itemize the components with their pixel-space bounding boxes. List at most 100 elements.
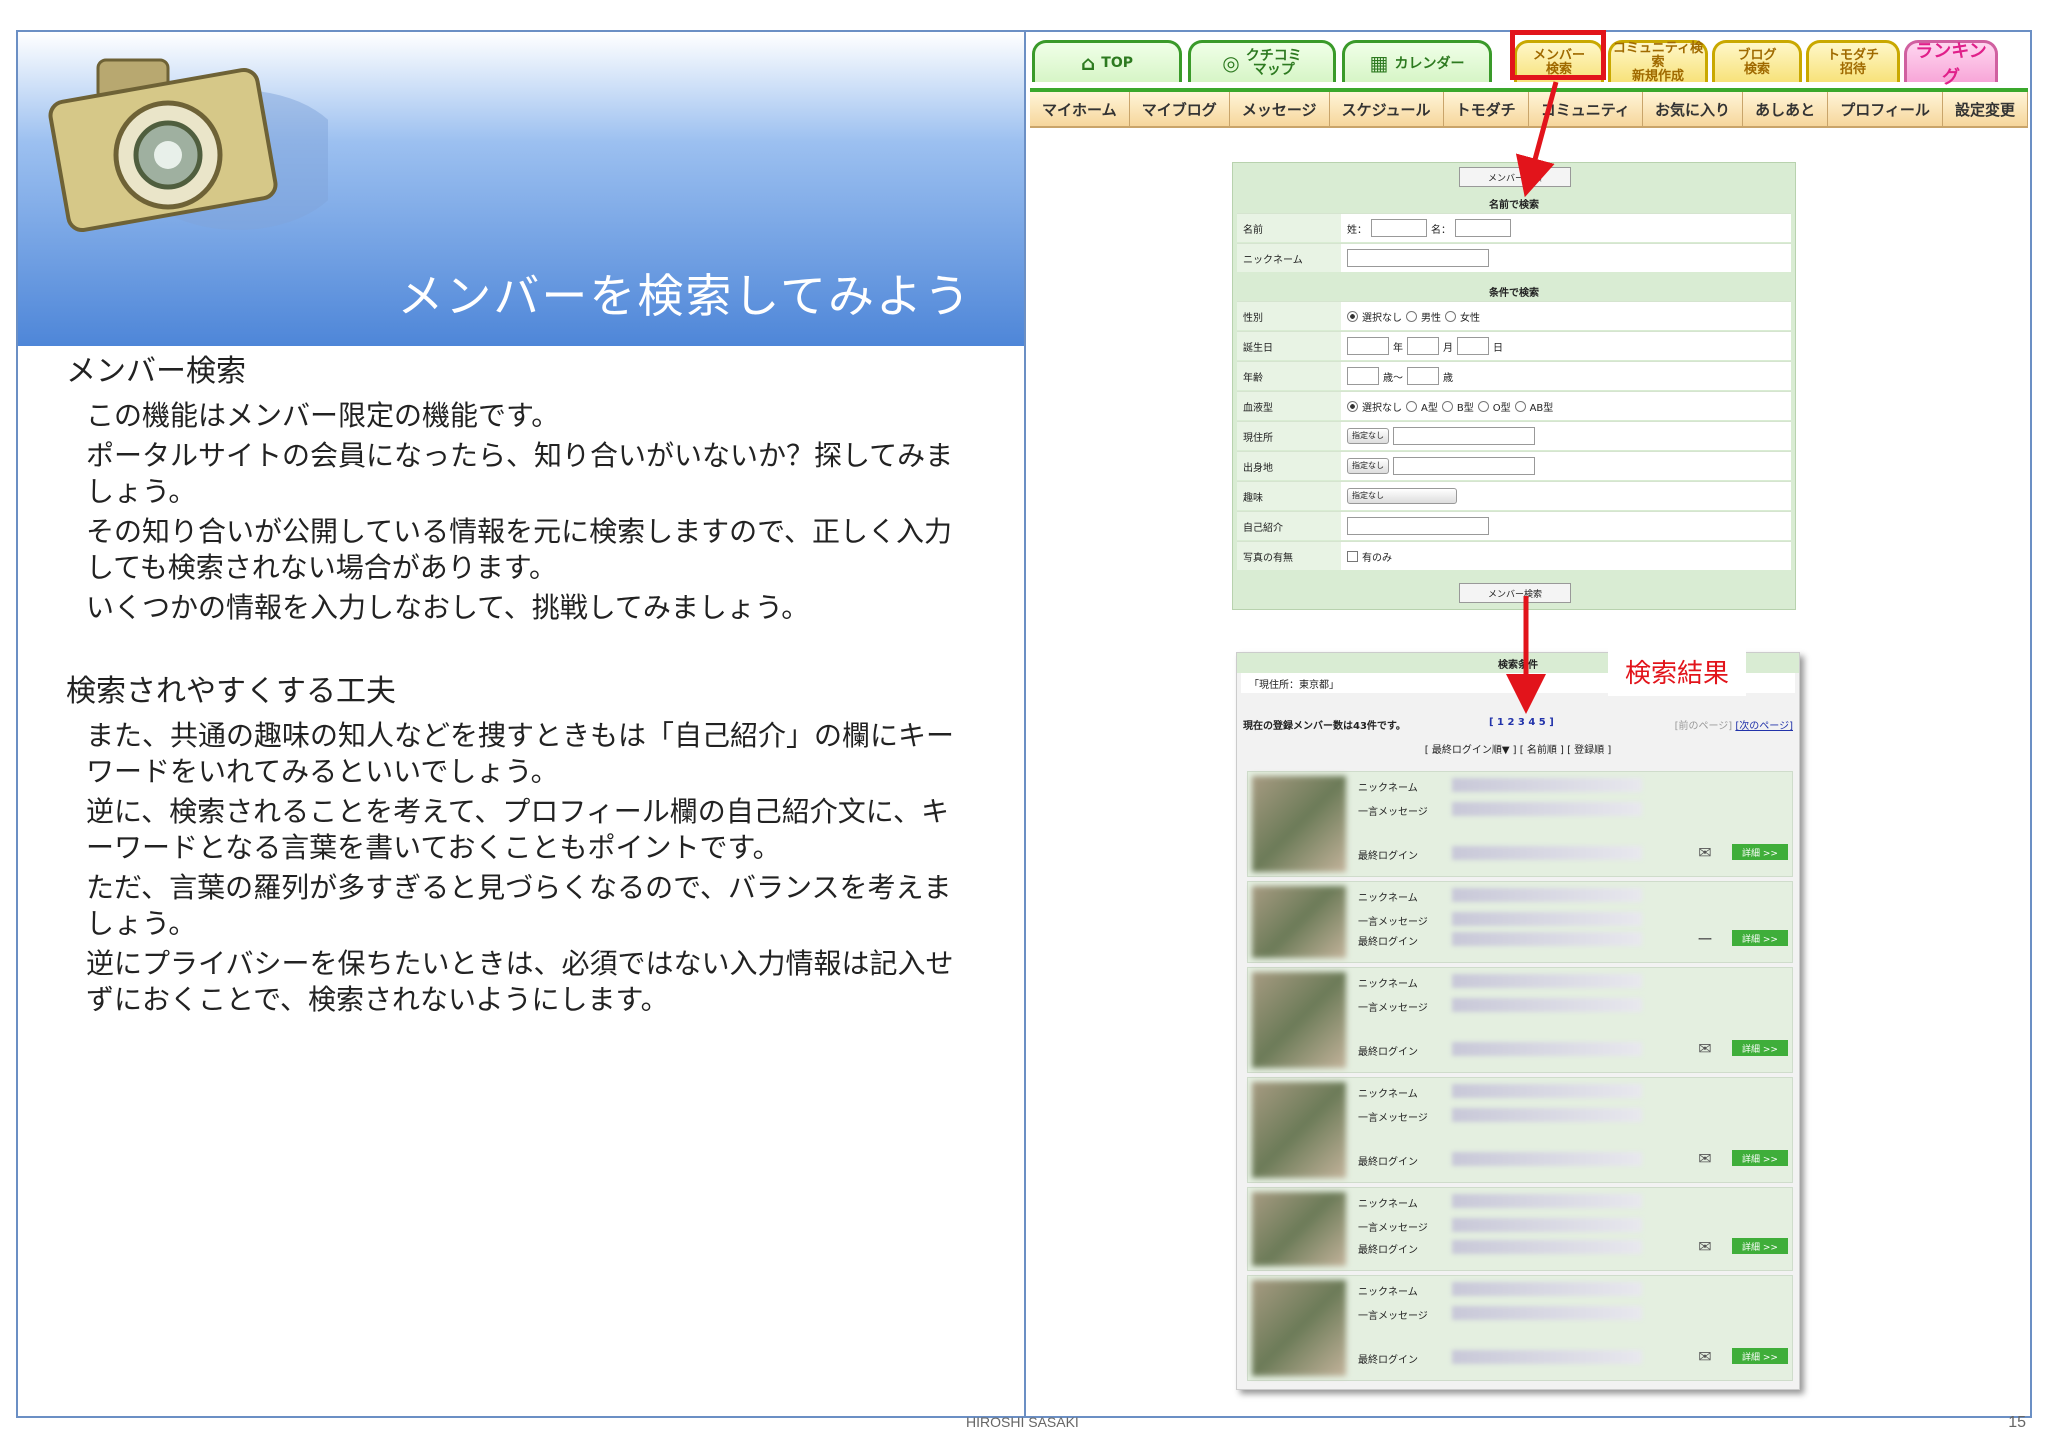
blurred-value — [1452, 974, 1642, 988]
intro-row: 自己紹介 — [1237, 511, 1791, 540]
mail-icon[interactable]: ✉ — [1680, 1138, 1730, 1178]
field-label: 年齢 — [1237, 362, 1341, 390]
blood-radio[interactable] — [1347, 400, 1358, 412]
tab-kuchikomi[interactable]: ◎ クチコミ マップ — [1188, 40, 1336, 82]
sub-nav-item[interactable]: マイホーム — [1030, 92, 1130, 126]
member-field-label: 最終ログイン — [1358, 1156, 1418, 1168]
photo-row: 写真の有無 有のみ — [1237, 541, 1791, 570]
member-field-label: ニックネーム — [1358, 978, 1418, 990]
tab-community[interactable]: コミュニティ検索 新規作成 — [1608, 40, 1708, 83]
blurred-value — [1452, 778, 1642, 792]
tab-ranking[interactable]: ランキング — [1904, 40, 1998, 88]
sub-nav-item[interactable]: お気に入り — [1643, 92, 1744, 126]
next-page-link[interactable]: [次のページ] — [1735, 721, 1793, 732]
sub-nav: マイホーム マイブログ メッセージ スケジュール トモダチ コミュニティ お気に… — [1030, 92, 2029, 128]
gender-radio[interactable] — [1445, 310, 1456, 322]
member-photo[interactable] — [1252, 1280, 1346, 1376]
section-heading: メンバー検索 — [66, 354, 246, 389]
member-photo[interactable] — [1252, 1192, 1346, 1266]
nickname-input[interactable] — [1347, 249, 1489, 267]
member-photo[interactable] — [1252, 886, 1346, 958]
hometown-input[interactable] — [1393, 457, 1535, 475]
age-to-input[interactable] — [1407, 367, 1439, 385]
tab-top[interactable]: ⌂ TOP — [1032, 40, 1182, 82]
sub-nav-item[interactable]: プロフィール — [1828, 92, 1943, 126]
radio-label: A型 — [1421, 402, 1438, 414]
residence-row: 現住所 指定なし — [1237, 421, 1791, 450]
member-row: ニックネーム — [1352, 774, 1788, 798]
blood-radio[interactable] — [1477, 400, 1489, 412]
unit-label: 歳 — [1443, 372, 1453, 384]
mail-icon[interactable]: ✉ — [1680, 1028, 1730, 1068]
member-row: ニックネーム — [1352, 1278, 1788, 1302]
day-input[interactable] — [1457, 337, 1489, 355]
sub-nav-item[interactable]: マイブログ — [1130, 92, 1230, 126]
sub-nav-item[interactable]: 設定変更 — [1943, 92, 2029, 126]
detail-button[interactable]: 詳細 >> — [1732, 1348, 1788, 1364]
member-photo[interactable] — [1252, 972, 1346, 1068]
member-card: ニックネーム 一言メッセージ 最終ログイン ✉ 詳細 >> — [1247, 1187, 1793, 1271]
mail-icon[interactable]: ✉ — [1680, 832, 1730, 872]
blurred-value — [1452, 802, 1642, 816]
member-search-button[interactable]: メンバー検索 — [1459, 167, 1571, 187]
blood-radio[interactable] — [1514, 400, 1526, 412]
member-field-label: ニックネーム — [1358, 1286, 1418, 1298]
paragraph: その知り合いが公開している情報を元に検索しますので、正しく入力しても検索されない… — [86, 515, 953, 584]
blood-radio[interactable] — [1406, 400, 1417, 412]
blurred-value — [1452, 1152, 1642, 1166]
detail-button[interactable]: 詳細 >> — [1732, 1150, 1788, 1166]
tab-label: ブログ 検索 — [1737, 47, 1777, 77]
gender-radio[interactable] — [1347, 310, 1358, 322]
sort-options[interactable]: [ 最終ログイン順▼ ] [ 名前順 ] [ 登録順 ] — [1237, 741, 1799, 756]
field-label: 出身地 — [1237, 452, 1341, 480]
sub-nav-item[interactable]: コミュニティ — [1529, 92, 1643, 126]
photo-checkbox[interactable] — [1347, 550, 1358, 562]
detail-button[interactable]: 詳細 >> — [1732, 930, 1788, 946]
blurred-value — [1452, 1218, 1642, 1232]
tab-calendar[interactable]: ▦ カレンダー — [1342, 40, 1492, 82]
year-input[interactable] — [1347, 337, 1389, 355]
mail-icon[interactable]: ー — [1680, 918, 1730, 958]
tab-blog[interactable]: ブログ 検索 — [1712, 40, 1802, 82]
field-label: 誕生日 — [1237, 332, 1341, 360]
pager[interactable]: [ 1 2 3 4 5 ] — [1489, 717, 1554, 728]
result-label: 検索結果 — [1608, 646, 1746, 696]
hobby-select[interactable]: 指定なし — [1347, 488, 1457, 504]
sub-nav-item[interactable]: あしあと — [1743, 92, 1829, 126]
sub-nav-item[interactable]: スケジュール — [1330, 92, 1444, 126]
sei-input[interactable] — [1371, 219, 1427, 237]
member-search-submit[interactable]: メンバー検索 — [1459, 583, 1571, 603]
detail-button[interactable]: 詳細 >> — [1732, 1040, 1788, 1056]
blood-radio[interactable] — [1441, 400, 1453, 412]
member-row: ニックネーム — [1352, 884, 1788, 908]
slide-divider — [1024, 30, 1026, 1418]
residence-select[interactable]: 指定なし — [1347, 428, 1389, 444]
tab-label: ランキング — [1915, 40, 1987, 88]
detail-button[interactable]: 詳細 >> — [1732, 1238, 1788, 1254]
tab-tomodachi[interactable]: トモダチ 招待 — [1806, 40, 1900, 82]
member-photo[interactable] — [1252, 776, 1346, 872]
intro-input[interactable] — [1347, 517, 1489, 535]
mail-icon[interactable]: ✉ — [1680, 1336, 1730, 1376]
detail-button[interactable]: 詳細 >> — [1732, 844, 1788, 860]
sub-nav-item[interactable]: トモダチ — [1444, 92, 1529, 126]
member-field-label: 一言メッセージ — [1358, 1112, 1428, 1124]
member-search-highlight — [1510, 30, 1606, 80]
member-field-label: ニックネーム — [1358, 782, 1418, 794]
mail-icon[interactable]: ✉ — [1680, 1226, 1730, 1266]
unit-label: 歳～ — [1383, 372, 1403, 384]
hometown-select[interactable]: 指定なし — [1347, 458, 1389, 474]
age-from-input[interactable] — [1347, 367, 1379, 385]
slide-header: メンバーを検索してみよう — [18, 32, 1024, 346]
member-row: 一言メッセージ — [1352, 1104, 1788, 1128]
residence-input[interactable] — [1393, 427, 1535, 445]
sei-label: 姓： — [1347, 224, 1367, 236]
sub-nav-item[interactable]: メッセージ — [1230, 92, 1330, 126]
mei-input[interactable] — [1455, 219, 1511, 237]
month-input[interactable] — [1407, 337, 1439, 355]
gender-radio[interactable] — [1406, 310, 1417, 322]
paragraph: ただ、言葉の羅列が多すぎると見づらくなるので、バランスを考えましょう。 — [86, 871, 952, 940]
prev-page-link[interactable]: [前のページ] — [1675, 721, 1733, 732]
blurred-value — [1452, 1350, 1642, 1364]
member-photo[interactable] — [1252, 1082, 1346, 1178]
